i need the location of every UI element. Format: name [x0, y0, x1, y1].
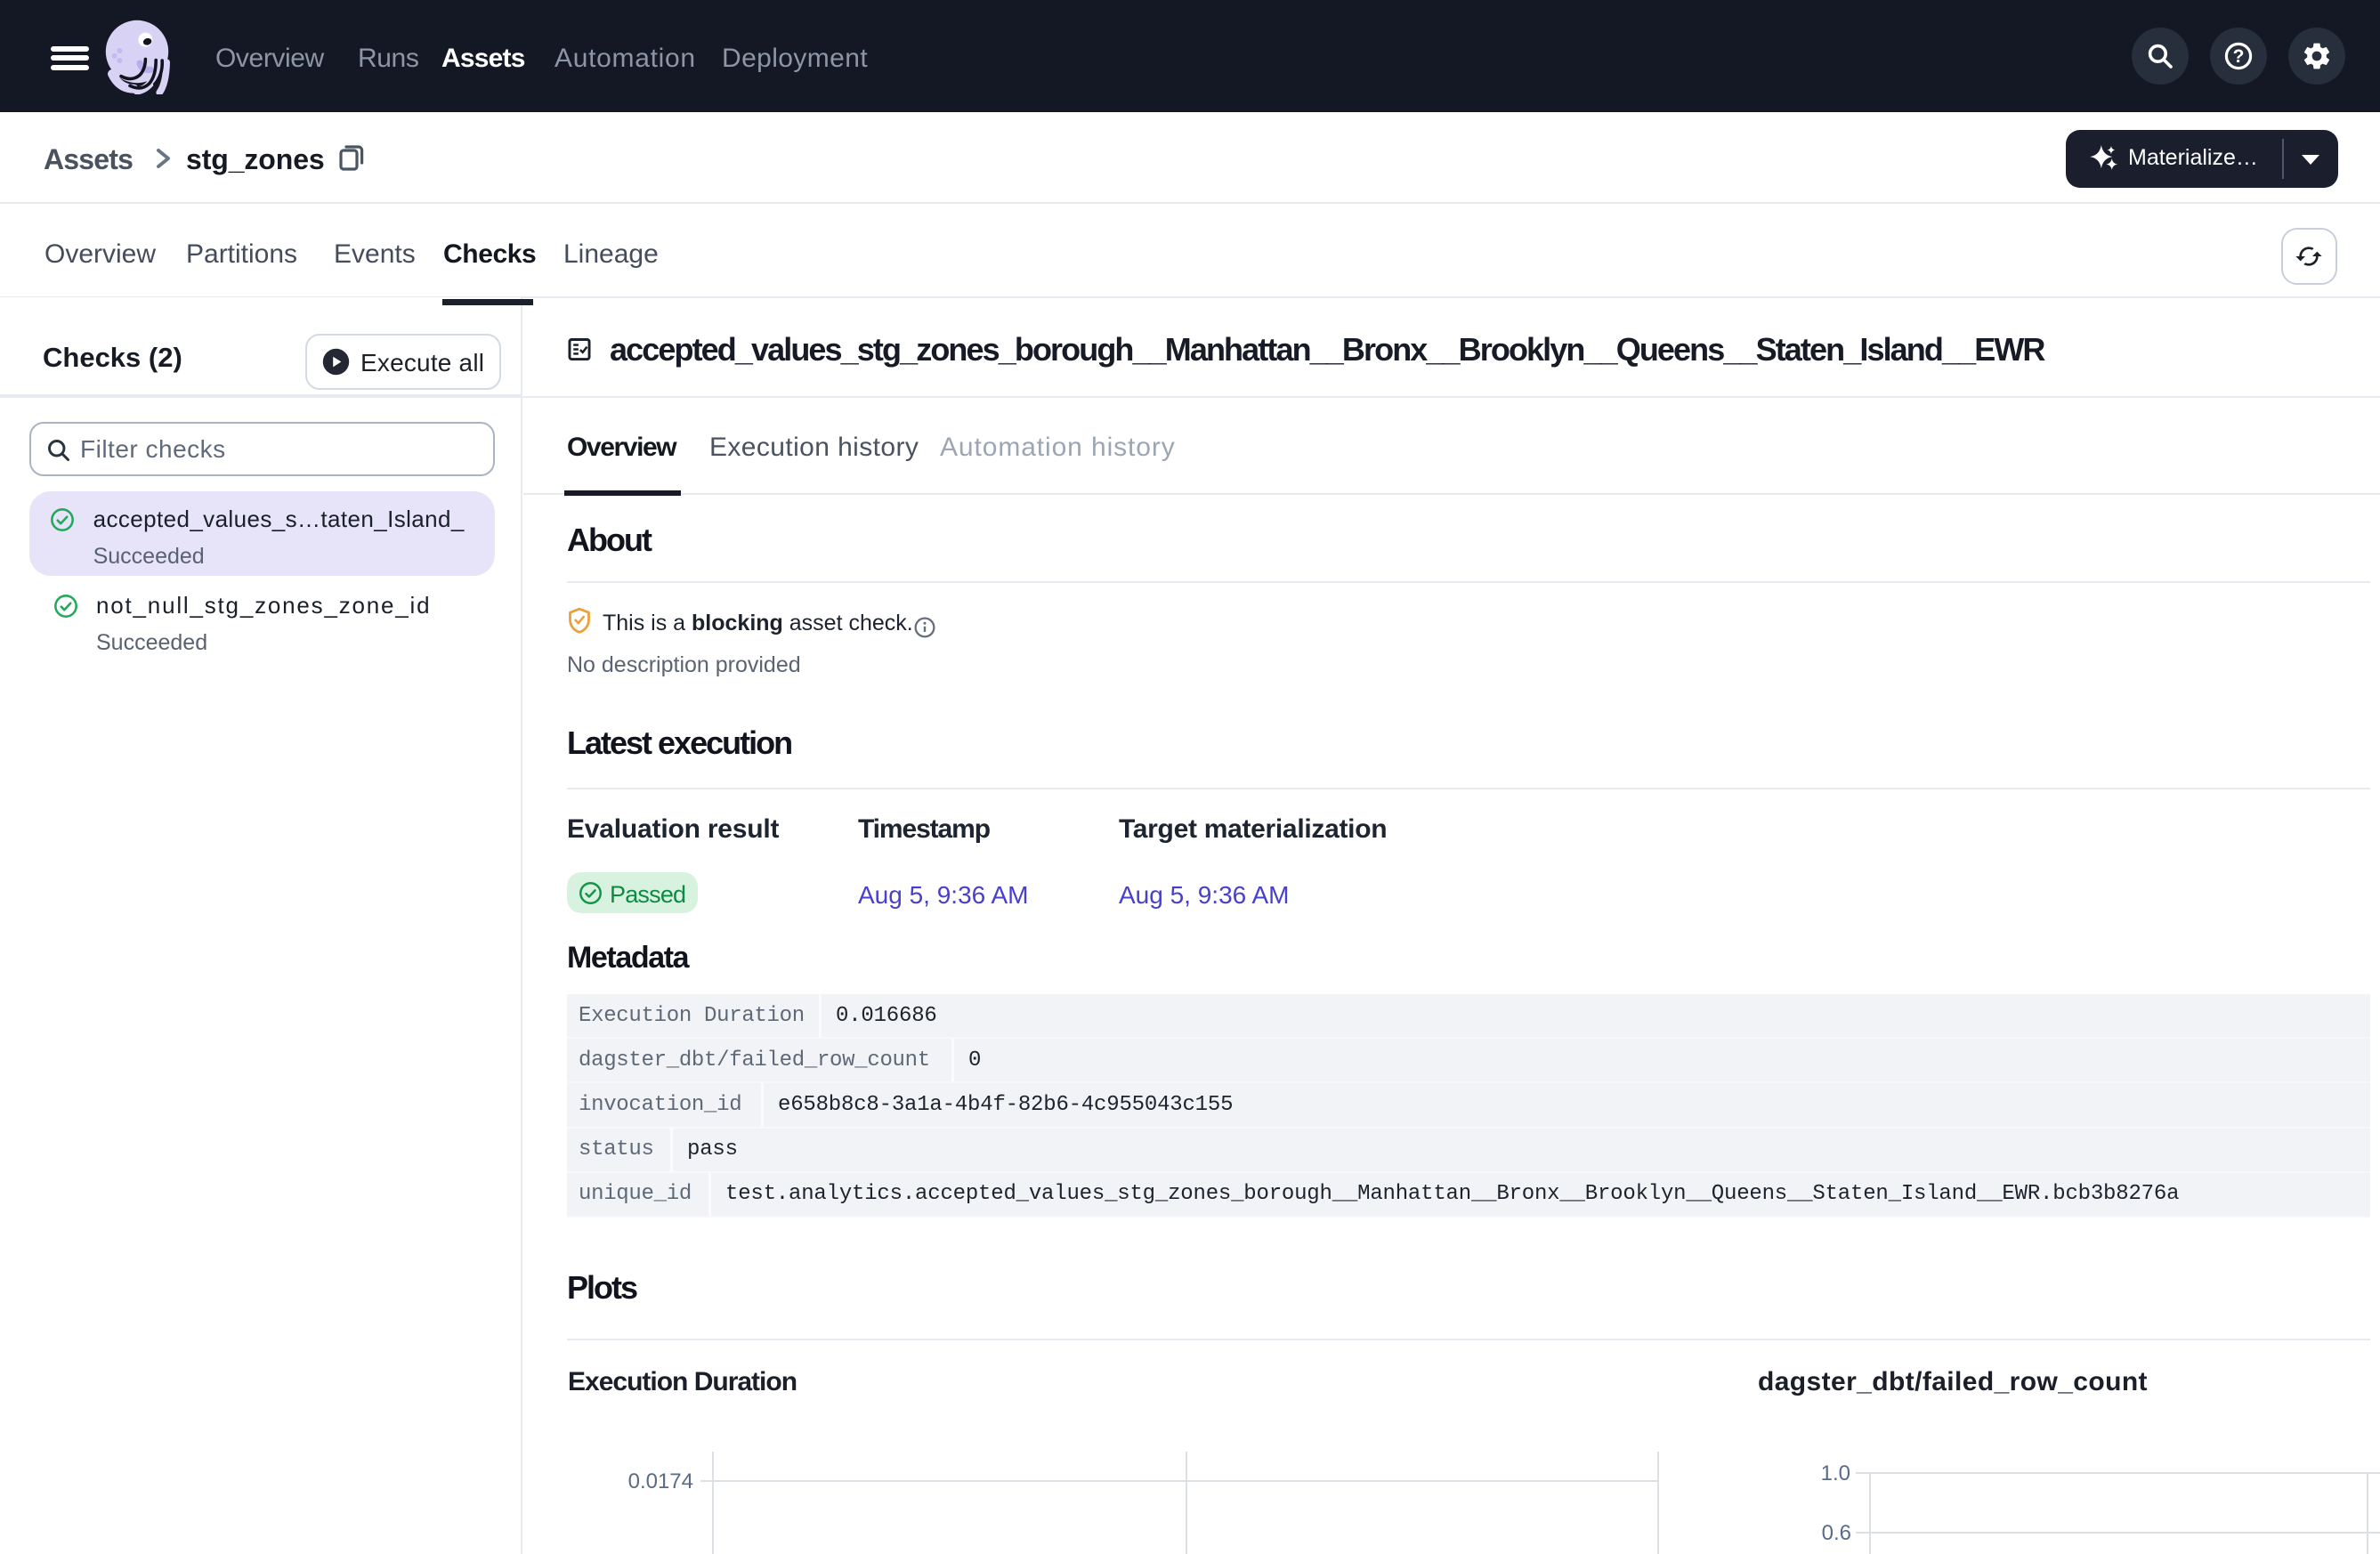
svg-text:?: ?	[2233, 46, 2245, 67]
